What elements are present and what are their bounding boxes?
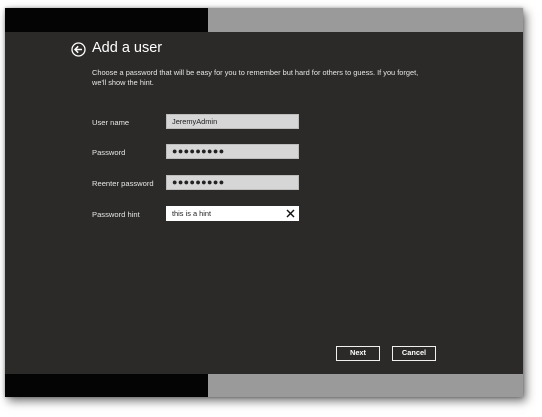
reenter-password-field[interactable]: ●●●●●●●●● (166, 175, 299, 190)
bottom-bar-left (5, 374, 208, 397)
cancel-button[interactable]: Cancel (392, 346, 436, 361)
username-label: User name (92, 118, 130, 127)
password-hint-value: this is a hint (172, 209, 212, 218)
password-hint-field[interactable]: this is a hint (166, 206, 299, 221)
add-user-window: Add a user Choose a password that will b… (5, 8, 523, 397)
clear-x-icon[interactable] (286, 209, 295, 218)
username-field[interactable]: JeremyAdmin (166, 114, 299, 129)
instructions-text: Choose a password that will be easy for … (92, 68, 419, 87)
top-bar-left (5, 8, 208, 32)
password-hint-label: Password hint (92, 210, 140, 219)
password-field[interactable]: ●●●●●●●●● (166, 144, 299, 159)
reenter-password-label: Reenter password (92, 179, 154, 188)
password-label: Password (92, 148, 126, 157)
bottom-bar-right (208, 374, 523, 397)
top-bar-right (208, 8, 523, 32)
back-arrow-icon[interactable] (71, 42, 86, 57)
page-title: Add a user (92, 40, 163, 56)
next-button[interactable]: Next (336, 346, 380, 361)
